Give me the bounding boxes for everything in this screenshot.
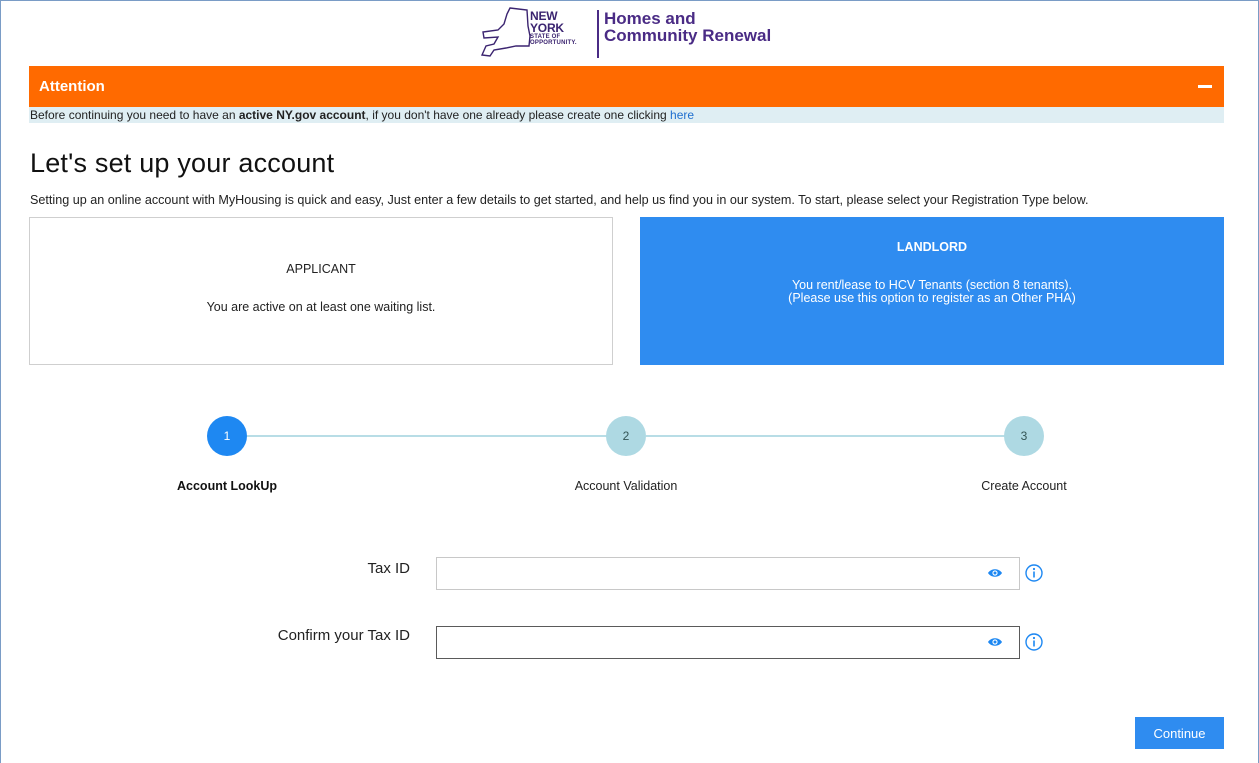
step-connector (646, 435, 1006, 437)
collapse-minus-icon[interactable] (1198, 85, 1212, 88)
logo-line3: OPPORTUNITY. (530, 40, 577, 46)
agency-line1: Homes and (604, 9, 696, 28)
attention-notice: Before continuing you need to have an ac… (29, 107, 1224, 123)
page-title: Let's set up your account (30, 148, 335, 178)
notice-text-before: Before continuing you need to have an (30, 108, 239, 122)
ny-wordmark: NEW YORK STATE OF OPPORTUNITY. (530, 10, 577, 46)
attention-title: Attention (39, 78, 105, 95)
agency-name: Homes and Community Renewal (604, 10, 771, 44)
step-connector (247, 435, 607, 437)
tax-id-input[interactable] (436, 557, 1020, 590)
continue-button[interactable]: Continue (1135, 717, 1224, 749)
step-3-circle: 3 (1004, 416, 1044, 456)
registration-card-landlord[interactable]: LANDLORD You rent/lease to HCV Tenants (… (640, 217, 1224, 365)
confirm-tax-id-input[interactable] (436, 626, 1020, 659)
card-title: LANDLORD (896, 239, 968, 254)
step-3-label: Create Account (981, 479, 1067, 493)
page-intro: Setting up an online account with MyHous… (30, 193, 1089, 207)
tax-id-info-icon[interactable] (1025, 564, 1043, 582)
card-description: You rent/lease to HCV Tenants (section 8… (788, 277, 1076, 305)
notice-bold: active NY.gov account (238, 108, 366, 122)
notice-text-after: , if you don't have one already please c… (365, 108, 671, 122)
step-2-label: Account Validation (574, 479, 678, 493)
agency-line2: Community Renewal (604, 26, 772, 45)
step-2-circle: 2 (606, 416, 646, 456)
confirm-tax-id-info-icon[interactable] (1025, 633, 1043, 651)
show-password-eye-icon[interactable] (987, 567, 1003, 579)
tax-id-label: Tax ID (367, 560, 410, 577)
logo-line1: NEW YORK (530, 9, 564, 35)
nys-hcr-logo[interactable]: NEW YORK STATE OF OPPORTUNITY. Homes and… (480, 6, 771, 58)
registration-card-applicant[interactable]: APPLICANT You are active on at least one… (29, 217, 613, 365)
ny-state-outline-icon (480, 7, 531, 57)
show-password-eye-icon[interactable] (987, 636, 1003, 648)
card-description: You are active on at least one waiting l… (206, 300, 436, 314)
card-title: APPLICANT (286, 262, 356, 276)
step-1-label: Account LookUp (177, 479, 277, 493)
logo-divider (597, 10, 599, 58)
confirm-tax-id-label: Confirm your Tax ID (277, 627, 410, 644)
attention-bar: Attention (29, 66, 1224, 107)
step-1-circle: 1 (207, 416, 247, 456)
create-account-link[interactable]: here (670, 108, 694, 122)
